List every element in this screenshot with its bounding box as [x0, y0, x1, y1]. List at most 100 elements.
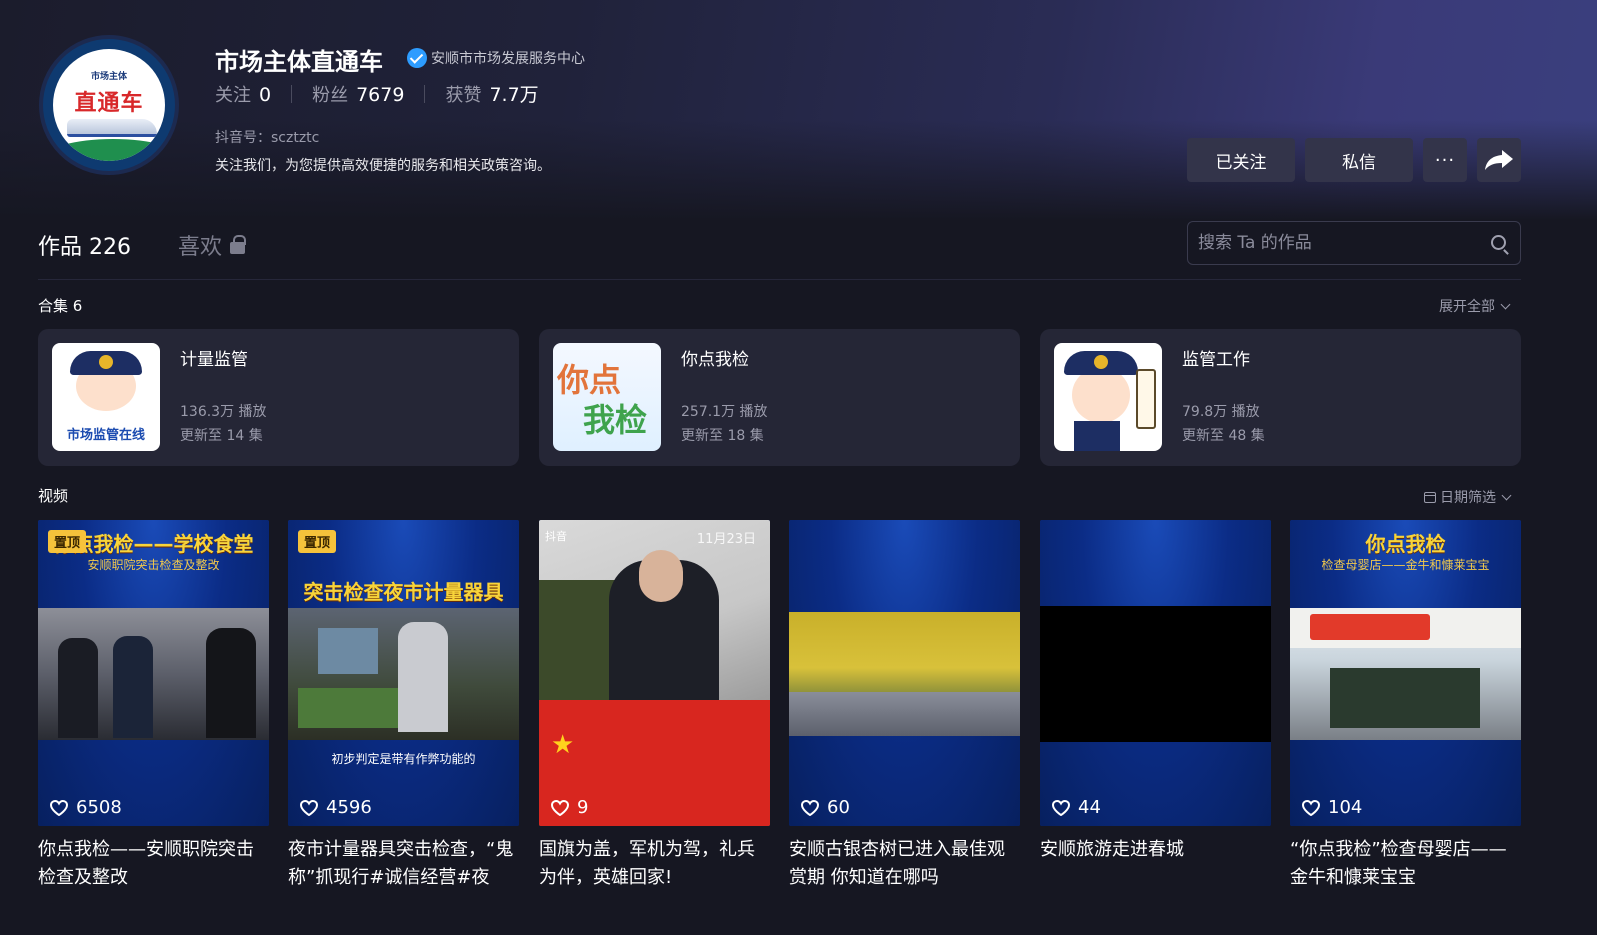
like-count: 60: [801, 797, 850, 818]
stat-divider: [424, 84, 426, 103]
person-figure: [113, 636, 153, 738]
stat-label: 粉丝: [312, 84, 349, 106]
person-head: [639, 550, 683, 602]
star-icon: ★: [551, 730, 575, 760]
badge-icon: [99, 355, 113, 369]
search-icon[interactable]: [1491, 235, 1506, 250]
video-thumbnail-image: [1290, 608, 1521, 740]
video-card[interactable]: 你点我检 检查母婴店——金牛和慷莱宝宝 104: [1290, 520, 1521, 826]
collection-card[interactable]: 监管工作 79.8万 播放 更新至 48 集: [1040, 329, 1521, 466]
collection-updated: 更新至 48 集: [1182, 428, 1265, 444]
like-count-value: 4596: [326, 797, 372, 818]
video-headline: 突击检查夜市计量器具: [303, 580, 504, 604]
search-box: [1187, 221, 1521, 265]
followed-button[interactable]: 已关注: [1187, 138, 1295, 182]
collection-card[interactable]: 你点 我检 你点我检 257.1万 播放 更新至 18 集: [539, 329, 1020, 466]
watermark-tag: 抖音: [545, 530, 567, 543]
like-count-value: 44: [1078, 797, 1101, 818]
like-count: 6508: [50, 797, 122, 818]
tab-likes[interactable]: 喜欢: [178, 229, 222, 261]
person-figure: [398, 622, 448, 732]
video-thumbnail-image: [38, 608, 269, 740]
video-title[interactable]: “你点我检”检查母婴店——金牛和慷莱宝宝: [1290, 836, 1521, 892]
share-icon: [1485, 150, 1513, 170]
video-card[interactable]: 你点我检——学校食堂 安顺职院突击检查及整改 置顶 6508: [38, 520, 269, 826]
heart-icon: [1052, 799, 1070, 816]
collection-updated: 更新至 18 集: [681, 428, 764, 444]
video-caption: 初步判定是带有作弊功能的: [331, 752, 476, 766]
collection-name: 监管工作: [1182, 350, 1250, 370]
date-filter-label: 日期筛选: [1440, 490, 1496, 506]
collection-thumbnail: 你点 我检: [553, 343, 661, 451]
more-icon: ···: [1434, 149, 1456, 171]
collection-thumbnail: 市场监管在线: [52, 343, 160, 451]
avatar-small-text: 市场主体: [90, 72, 127, 82]
buildings-figure: [789, 692, 1020, 736]
profile-page: 市场主体 直通车 市场主体直通车 安顺市市场发展服务中心 关注 0 粉丝 767…: [0, 0, 1597, 935]
thumbnail-caption: 市场监管在线: [66, 428, 145, 443]
pinned-badge: 置顶: [48, 530, 87, 553]
cartoon-officer-body: [1074, 421, 1120, 451]
badge-icon: [1094, 355, 1108, 369]
video-date: 11月23日: [696, 532, 756, 547]
like-count: 9: [551, 797, 588, 818]
store-entrance: [1330, 668, 1480, 728]
date-filter-button[interactable]: 日期筛选: [1424, 487, 1512, 507]
collection-plays: 136.3万 播放: [180, 404, 267, 420]
pinned-badge: 置顶: [298, 530, 337, 553]
avatar-hill: [53, 139, 165, 161]
video-card[interactable]: 44: [1040, 520, 1271, 826]
profile-stats: 关注 0 粉丝 7679 获赞 7.7万: [215, 80, 539, 107]
stat-label: 获赞: [445, 85, 482, 106]
heart-icon: [50, 799, 68, 816]
video-card[interactable]: 突击检查夜市计量器具 初步判定是带有作弊功能的 置顶 4596: [288, 520, 519, 826]
avatar[interactable]: 市场主体 直通车: [39, 35, 179, 175]
heart-icon: [1302, 799, 1320, 816]
share-button[interactable]: [1477, 138, 1521, 182]
chevron-down-icon: [1500, 299, 1511, 309]
tabs-divider: [38, 279, 1521, 280]
like-count-value: 60: [827, 797, 850, 818]
like-count: 104: [1302, 797, 1362, 818]
video-card[interactable]: 60: [789, 520, 1020, 826]
search-input[interactable]: [1198, 222, 1478, 264]
person-figure: [206, 628, 256, 738]
profile-name: 市场主体直通车: [215, 48, 383, 76]
video-title[interactable]: 安顺古银杏树已进入最佳观赏期 你知道在哪吗: [789, 836, 1020, 892]
video-title[interactable]: 夜市计量器具突击检查，“鬼称”抓现行#诚信经营#夜市...: [288, 836, 519, 892]
person-figure: [58, 638, 98, 738]
calendar-icon: [1424, 491, 1436, 503]
collection-plays: 79.8万 播放: [1182, 404, 1260, 420]
video-title[interactable]: 国旗为盖，军机为驾，礼兵为伴，英雄回家!: [539, 836, 770, 892]
stat-followers[interactable]: 粉丝 7679: [312, 81, 404, 107]
heart-icon: [801, 799, 819, 816]
message-button[interactable]: 私信: [1305, 138, 1413, 182]
video-card[interactable]: ★ 抖音 11月23日 9: [539, 520, 770, 826]
tab-works[interactable]: 作品 226: [38, 229, 131, 261]
douyin-id: 抖音号：scztztc: [215, 130, 320, 146]
stat-likes: 获赞 7.7万: [445, 80, 538, 107]
like-count: 44: [1052, 797, 1101, 818]
stat-divider: [291, 84, 293, 103]
more-button[interactable]: ···: [1423, 138, 1467, 182]
profile-bio: 关注我们，为您提供高效便捷的服务和相关政策咨询。: [215, 158, 551, 174]
avatar-big-text: 直通车: [74, 91, 144, 116]
video-subline: 检查母婴店——金牛和慷莱宝宝: [1321, 558, 1490, 572]
like-count-value: 6508: [76, 797, 122, 818]
video-thumbnail-image: [1040, 606, 1271, 742]
collections-label: 合集 6: [38, 297, 83, 315]
collection-card[interactable]: 市场监管在线 计量监管 136.3万 播放 更新至 14 集: [38, 329, 519, 466]
lock-icon: [230, 235, 246, 254]
video-title[interactable]: 安顺旅游走进春城: [1040, 836, 1271, 864]
cartoon-officer-face: [1072, 367, 1130, 423]
expand-all-link[interactable]: 展开全部: [1439, 296, 1511, 316]
stat-label: 关注: [215, 84, 251, 106]
video-title[interactable]: 你点我检——安顺职院突击检查及整改: [38, 836, 269, 892]
video-thumbnail-image: [288, 608, 519, 740]
avatar-logo: 市场主体 直通车: [53, 49, 165, 161]
collection-thumbnail: [1054, 343, 1162, 451]
videos-label: 视频: [38, 487, 69, 505]
collection-updated: 更新至 14 集: [180, 428, 263, 444]
stat-following[interactable]: 关注 0: [215, 81, 271, 107]
expand-all-label: 展开全部: [1439, 299, 1495, 315]
